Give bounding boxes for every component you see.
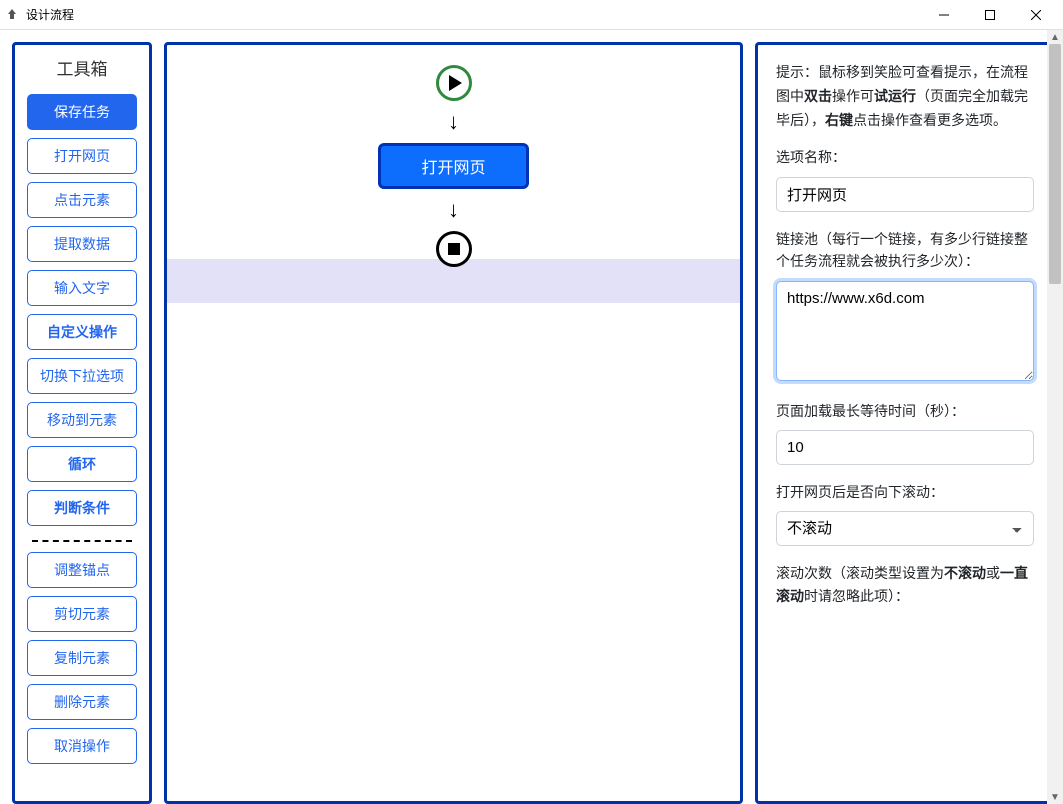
properties-panel: 提示：鼠标移到笑脸可查看提示，在流程图中双击操作可试运行（页面完全加载完毕后），…: [755, 42, 1055, 804]
tool-switch-dropdown[interactable]: 切换下拉选项: [27, 358, 137, 394]
tool-loop[interactable]: 循环: [27, 446, 137, 482]
link-pool-textarea[interactable]: [776, 281, 1034, 381]
tool-copy-element[interactable]: 复制元素: [27, 640, 137, 676]
tool-extract-data[interactable]: 提取数据: [27, 226, 137, 262]
window-title: 设计流程: [26, 6, 74, 23]
option-name-input[interactable]: [776, 177, 1034, 212]
tool-custom-action[interactable]: 自定义操作: [27, 314, 137, 350]
hint-text: 提示：鼠标移到笑脸可查看提示，在流程图中双击操作可试运行（页面完全加载完毕后），…: [776, 61, 1034, 132]
scroll-up-icon[interactable]: ▲: [1047, 30, 1063, 44]
flow-arrow: ↓: [448, 199, 459, 221]
vertical-scrollbar[interactable]: ▲ ▼: [1047, 30, 1063, 804]
save-task-button[interactable]: 保存任务: [27, 94, 137, 130]
scroll-count-label: 滚动次数（滚动类型设置为不滚动或一直滚动时请忽略此项）：: [776, 562, 1034, 607]
tool-open-page[interactable]: 打开网页: [27, 138, 137, 174]
stop-icon: [448, 243, 460, 255]
flow-start-node[interactable]: [436, 65, 472, 101]
tool-adjust-anchor[interactable]: 调整锚点: [27, 552, 137, 588]
wait-time-input[interactable]: [776, 430, 1034, 465]
play-icon: [449, 75, 462, 91]
close-button[interactable]: [1013, 0, 1059, 30]
toolbox-panel: 工具箱 保存任务 打开网页 点击元素 提取数据 输入文字 自定义操作 切换下拉选…: [12, 42, 152, 804]
link-pool-label: 链接池（每行一个链接，有多少行链接整个任务流程就会被执行多少次）：: [776, 228, 1034, 273]
tool-delete-element[interactable]: 删除元素: [27, 684, 137, 720]
tool-input-text[interactable]: 输入文字: [27, 270, 137, 306]
tool-cut-element[interactable]: 剪切元素: [27, 596, 137, 632]
flow-end-node[interactable]: [436, 231, 472, 267]
flow-canvas[interactable]: ↓ 打开网页 ↓: [167, 45, 740, 801]
app-icon: [4, 7, 20, 23]
wait-time-label: 页面加载最长等待时间（秒）：: [776, 400, 1034, 422]
window-controls: [921, 0, 1059, 30]
scroll-after-label: 打开网页后是否向下滚动：: [776, 481, 1034, 503]
flow-canvas-panel: ↓ 打开网页 ↓: [164, 42, 743, 804]
scroll-thumb[interactable]: [1049, 44, 1061, 284]
minimize-button[interactable]: [921, 0, 967, 30]
scroll-after-select[interactable]: 不滚动: [776, 511, 1034, 546]
flow-node-open-page[interactable]: 打开网页: [378, 143, 528, 189]
option-name-label: 选项名称：: [776, 146, 1034, 168]
tool-undo[interactable]: 取消操作: [27, 728, 137, 764]
titlebar: 设计流程: [0, 0, 1063, 30]
tool-condition[interactable]: 判断条件: [27, 490, 137, 526]
toolbox-title: 工具箱: [57, 55, 108, 80]
tool-move-to-element[interactable]: 移动到元素: [27, 402, 137, 438]
toolbox-divider: [32, 540, 132, 542]
tool-click-element[interactable]: 点击元素: [27, 182, 137, 218]
flow-arrow: ↓: [448, 111, 459, 133]
maximize-button[interactable]: [967, 0, 1013, 30]
scroll-down-icon[interactable]: ▼: [1047, 790, 1063, 804]
